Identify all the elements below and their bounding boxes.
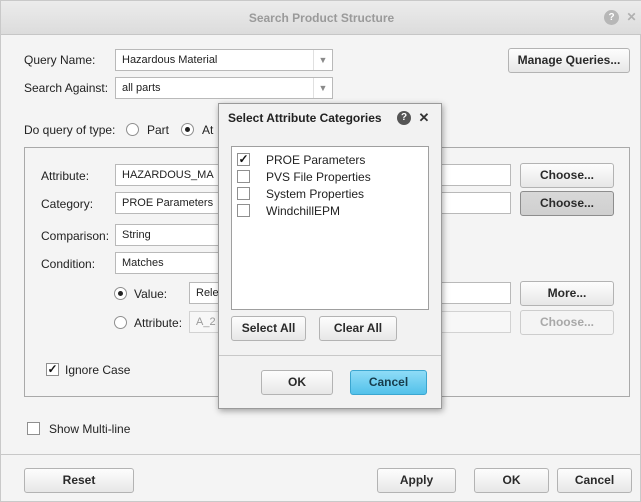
list-item[interactable]: ✓ PROE Parameters — [232, 151, 428, 169]
show-multiline-checkbox[interactable] — [27, 422, 40, 435]
list-item[interactable]: WindchillEPM — [232, 202, 428, 220]
manage-queries-button[interactable]: Manage Queries... — [508, 48, 630, 73]
close-icon[interactable]: ✕ — [624, 10, 639, 25]
attribute-choose-button[interactable]: Choose... — [520, 163, 614, 188]
category-value: PROE Parameters — [122, 197, 214, 209]
list-item[interactable]: PVS File Properties — [232, 168, 428, 186]
condition-value: Matches — [122, 257, 164, 269]
ignore-case-label: Ignore Case — [65, 363, 131, 377]
comparison-combo[interactable]: String — [115, 224, 225, 246]
search-against-label: Search Against: — [24, 81, 109, 95]
do-query-label: Do query of type: — [24, 123, 116, 137]
value-text: Rele — [196, 287, 219, 299]
help-icon[interactable]: ? — [397, 111, 411, 125]
window-title: Search Product Structure — [248, 11, 395, 25]
query-name-combo[interactable]: Hazardous Material ▼ — [115, 49, 333, 71]
type-part-radio[interactable] — [126, 123, 139, 136]
category-checkbox[interactable] — [237, 170, 250, 183]
cancel-button[interactable]: Cancel — [557, 468, 632, 493]
dialog-cancel-button[interactable]: Cancel — [350, 370, 427, 395]
dialog-ok-button[interactable]: OK — [261, 370, 333, 395]
title-bar: Search Product Structure ? ✕ — [1, 1, 641, 35]
reset-button[interactable]: Reset — [24, 468, 134, 493]
checkmark-icon: ✓ — [47, 362, 58, 376]
search-against-value: all parts — [122, 82, 161, 94]
list-item[interactable]: System Properties — [232, 185, 428, 203]
select-all-button[interactable]: Select All — [231, 316, 306, 341]
checkmark-icon: ✓ — [238, 152, 249, 166]
select-attribute-categories-dialog: Select Attribute Categories ? ✕ ✓ PROE P… — [218, 103, 442, 409]
attribute-value: HAZARDOUS_MA — [122, 169, 214, 181]
category-item-label: WindchillEPM — [266, 204, 341, 218]
ok-button[interactable]: OK — [474, 468, 549, 493]
apply-button[interactable]: Apply — [377, 468, 456, 493]
category-item-label: PVS File Properties — [266, 170, 371, 184]
attribute2-label: Attribute: — [134, 316, 183, 330]
category-item-label: PROE Parameters — [266, 153, 366, 167]
type-part-label: Part — [147, 123, 170, 137]
comparison-label: Comparison: — [41, 229, 110, 243]
condition-combo[interactable]: Matches — [115, 252, 225, 274]
type-attribute-label: At — [202, 123, 214, 137]
search-against-combo[interactable]: all parts ▼ — [115, 77, 333, 99]
show-multiline-label: Show Multi-line — [49, 422, 131, 436]
more-button[interactable]: More... — [520, 281, 614, 306]
attribute-label: Attribute: — [41, 169, 90, 183]
chevron-down-icon[interactable]: ▼ — [313, 50, 332, 70]
clear-all-button[interactable]: Clear All — [319, 316, 397, 341]
attribute2-value: A_2 — [196, 316, 216, 328]
query-name-label: Query Name: — [24, 53, 96, 67]
category-checkbox[interactable]: ✓ — [237, 153, 250, 166]
category-list: ✓ PROE Parameters PVS File Properties Sy… — [231, 146, 429, 310]
category-checkbox[interactable] — [237, 204, 250, 217]
value-label: Value: — [134, 287, 168, 301]
dialog-divider — [219, 355, 441, 356]
category-label: Category: — [41, 197, 94, 211]
query-name-value: Hazardous Material — [122, 54, 218, 66]
category-choose-button[interactable]: Choose... — [520, 191, 614, 216]
footer-divider — [1, 454, 641, 455]
attribute2-choose-button[interactable]: Choose... — [520, 310, 614, 335]
help-icon[interactable]: ? — [604, 10, 619, 25]
chevron-down-icon[interactable]: ▼ — [313, 78, 332, 98]
ignore-case-checkbox[interactable]: ✓ — [46, 363, 59, 376]
comparison-value: String — [122, 229, 151, 241]
condition-label: Condition: — [41, 257, 96, 271]
close-icon[interactable]: ✕ — [417, 110, 431, 126]
category-item-label: System Properties — [266, 187, 365, 201]
type-attribute-radio[interactable] — [181, 123, 194, 136]
value-radio[interactable] — [114, 287, 127, 300]
attribute2-radio[interactable] — [114, 316, 127, 329]
category-checkbox[interactable] — [237, 187, 250, 200]
